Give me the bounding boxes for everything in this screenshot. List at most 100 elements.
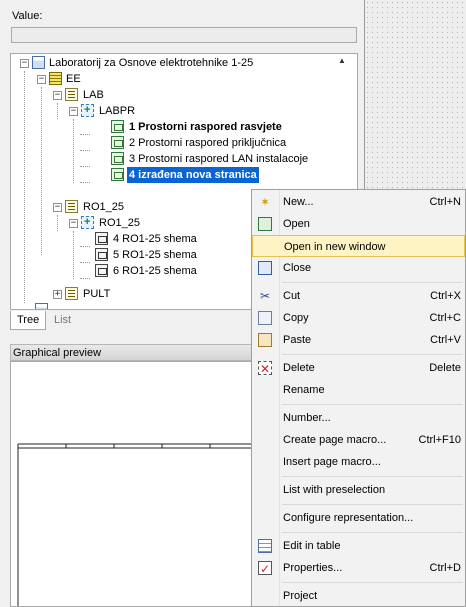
tree-node-page-3[interactable]: 3 Prostorni raspored LAN instalacoje [11,151,331,167]
collapse-toggle[interactable]: − [20,59,29,68]
schematic-icon [95,248,108,261]
menu-item-label: Delete [283,362,315,374]
menu-item-properties[interactable]: ✓ Properties... Ctrl+D [252,557,465,579]
menu-item-shortcut: Delete [429,362,461,374]
menu-item-label: Configure representation... [283,512,414,524]
menu-item-new[interactable]: ✶ New... Ctrl+N [252,191,465,213]
menu-separator [282,532,463,533]
collapse-toggle[interactable]: − [69,107,78,116]
menu-item-label: Project [283,590,318,602]
menu-item-shortcut: Ctrl+N [429,196,461,208]
menu-item-paste[interactable]: Paste Ctrl+V [252,329,465,351]
function-icon [49,72,62,85]
tree-node-label: 4 RO1-25 shema [113,233,197,245]
menu-item-label: Number... [283,412,331,424]
menu-item-label: Insert page macro... [283,456,381,468]
menu-item-label: Rename [283,384,325,396]
page-icon [111,152,124,165]
tab-tree[interactable]: Tree [10,311,47,330]
menu-item-label: Cut [283,290,301,302]
menu-separator [282,282,463,283]
value-label: Value: [12,10,43,22]
tree-node-page-2[interactable]: 2 Prostorni raspored priključnica [11,135,331,151]
menu-separator [282,404,463,405]
menu-item-number[interactable]: Number... [252,407,465,429]
tree-node-label: RO1_25 [83,201,124,213]
menu-item-shortcut: Ctrl+F10 [418,434,462,446]
menu-item-edit-in-table[interactable]: Edit in table [252,535,465,557]
menu-item-rename[interactable]: Rename [252,379,465,401]
tab-list[interactable]: List [48,311,77,329]
menu-item-open[interactable]: Open [252,213,465,235]
structure-icon [65,287,78,300]
menu-item-label: List with preselection [283,484,386,496]
collapse-toggle[interactable]: − [53,91,62,100]
menu-separator [282,504,463,505]
menu-item-label: Properties... [283,562,343,574]
collapse-toggle[interactable]: − [53,203,62,212]
location-icon [81,214,94,230]
scissors-icon: ✂ [259,289,271,303]
tree-scroll-up-arrow[interactable]: ▲ [338,56,346,65]
collapse-toggle[interactable]: − [69,219,78,228]
schematic-icon [95,264,108,277]
tree-node-label: 1 Prostorni raspored rasvjete [129,121,282,133]
menu-item-shortcut: Ctrl+V [430,334,461,346]
menu-item-label: Close [283,262,312,274]
page-icon [111,120,124,133]
collapse-toggle[interactable]: − [37,75,46,84]
menu-item-project[interactable]: Project [252,585,465,607]
tree-node-project[interactable]: − Laboratorij za Osnove elektrotehnike 1… [11,55,331,71]
table-icon [258,539,272,553]
menu-item-shortcut: Ctrl+D [429,562,461,574]
menu-item-cut[interactable]: ✂ Cut Ctrl+X [252,285,465,307]
structure-icon [65,200,78,213]
tree-node-ee[interactable]: − EE [11,71,331,87]
menu-item-open-in-new-window[interactable]: Open in new window [252,235,465,257]
tree-node-label-selected: 4 izrađena nova stranica [127,167,259,183]
menu-item-label: Edit in table [283,540,341,552]
menu-item-list-with-preselection[interactable]: List with preselection [252,479,465,501]
properties-icon: ✓ [258,561,272,576]
menu-separator [282,582,463,583]
menu-item-shortcut: Ctrl+X [430,290,461,302]
tree-node-label: LABPR [99,105,136,117]
menu-item-shortcut: Ctrl+C [429,312,461,324]
tree-node-label: EE [66,73,81,85]
menu-item-create-page-macro[interactable]: Create page macro... Ctrl+F10 [252,429,465,451]
menu-separator [282,476,463,477]
close-page-icon [258,261,272,275]
copy-icon [258,311,272,325]
menu-item-label: Create page macro... [283,434,387,446]
page-icon [111,136,124,149]
expand-toggle[interactable]: + [53,290,62,299]
menu-item-delete[interactable]: ✕ Delete Delete [252,357,465,379]
tree-node-label: LAB [83,89,104,101]
menu-item-label: Copy [283,312,309,324]
menu-item-copy[interactable]: Copy Ctrl+C [252,307,465,329]
tree-node-lab[interactable]: − LAB [11,87,331,103]
menu-item-label: Open in new window [284,241,386,253]
paste-icon [258,333,272,347]
tree-node-page-4[interactable]: 4 izrađena nova stranica [11,167,331,183]
tree-node-label: 6 RO1-25 shema [113,265,197,277]
tree-node-page-1[interactable]: 1 Prostorni raspored rasvjete [11,119,331,135]
project-icon [35,303,48,309]
tree-node-labpr[interactable]: − LABPR [11,102,331,119]
value-field[interactable] [11,27,357,43]
tree-node-label: PULT [83,288,111,300]
menu-item-label: New... [283,196,314,208]
delete-icon: ✕ [258,361,272,376]
page-icon [111,168,124,181]
tree-node-label: RO1_25 [99,217,140,229]
menu-item-label: Open [283,218,310,230]
menu-item-configure-representation[interactable]: Configure representation... [252,507,465,529]
context-menu: ✶ New... Ctrl+N Open Open in new window … [251,189,466,607]
menu-item-close[interactable]: Close [252,257,465,279]
menu-item-insert-page-macro[interactable]: Insert page macro... [252,451,465,473]
tree-node-label: Laboratorij za Osnove elektrotehnike 1-2… [49,57,254,69]
tree-node-cut-off [11,302,71,309]
new-page-icon: ✶ [259,195,271,209]
structure-icon [65,88,78,101]
schematic-icon [95,232,108,245]
